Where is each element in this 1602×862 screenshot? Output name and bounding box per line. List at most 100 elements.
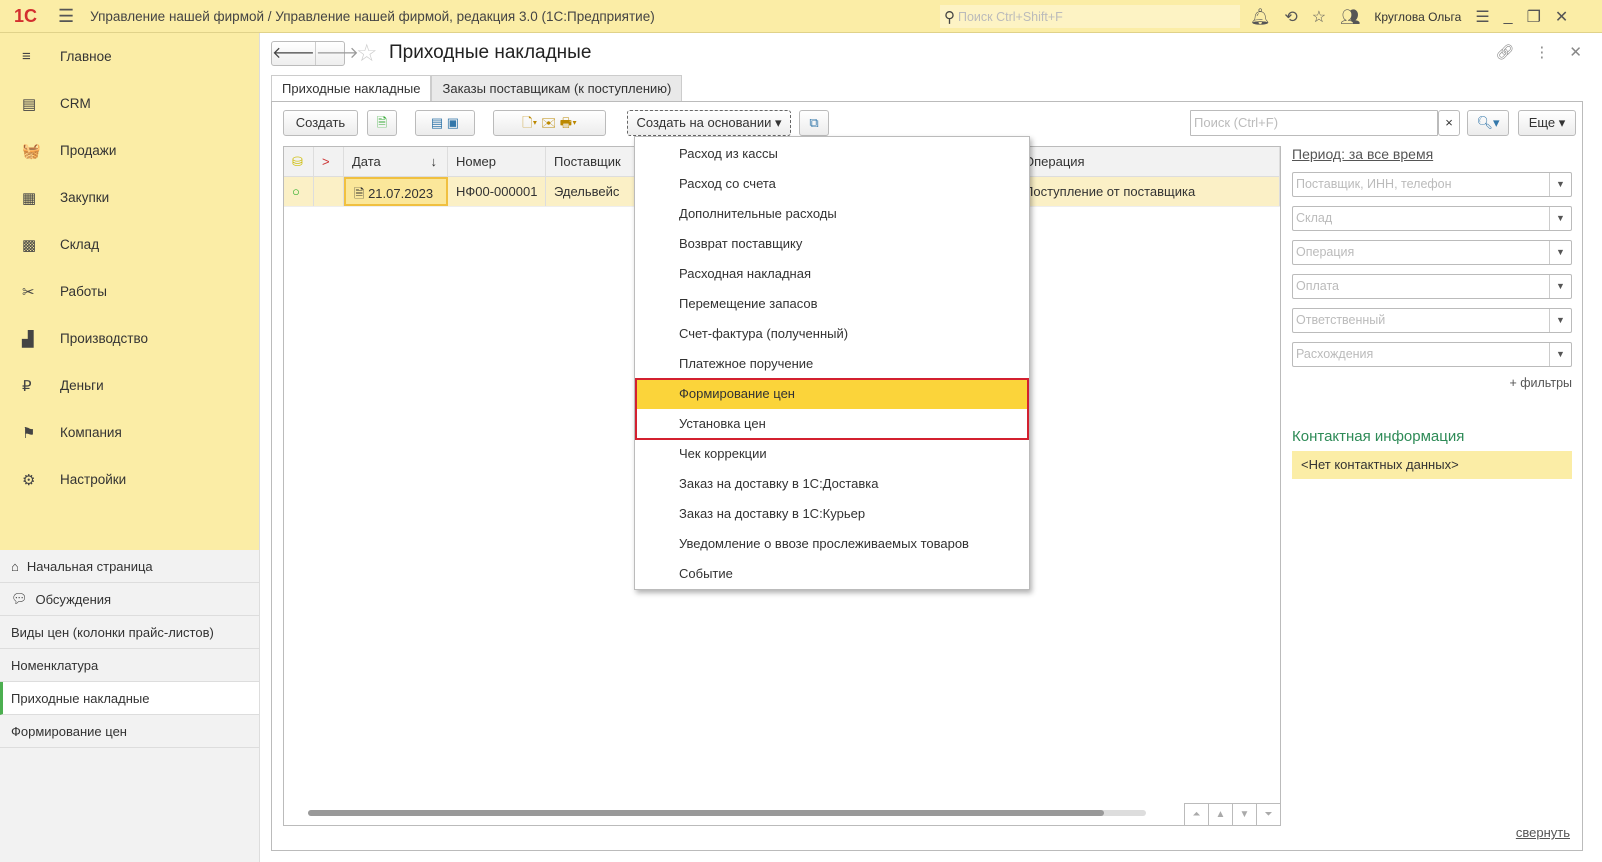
add-from-doc-button[interactable]: ▤ ▣: [415, 110, 475, 136]
menu-item[interactable]: Возврат поставщику: [635, 229, 1029, 259]
restore-icon[interactable]: ❐: [1527, 7, 1541, 27]
print-actions-group[interactable]: 🗋▾ ✉ 🖶▾: [493, 110, 606, 136]
more-filters-link[interactable]: + фильтры: [1292, 376, 1572, 390]
sidebar-item[interactable]: 🧺 Продажи: [0, 127, 259, 174]
open-window-item[interactable]: Приходные накладные: [0, 682, 259, 715]
section-icon: ⚑: [22, 424, 36, 442]
open-window-item[interactable]: Номенклатура: [0, 649, 259, 682]
menu-item[interactable]: Уведомление о ввозе прослеживаемых товар…: [635, 529, 1029, 559]
sidebar-item[interactable]: ✂ Работы: [0, 268, 259, 315]
open-window-item[interactable]: Виды цен (колонки прайс-листов): [0, 616, 259, 649]
section-icon: ▩: [22, 236, 37, 254]
filter-field[interactable]: Поставщик, ИНН, телефон ▼: [1292, 172, 1572, 197]
filter-field[interactable]: Ответственный ▼: [1292, 308, 1572, 333]
tab-receipts[interactable]: Приходные накладные: [271, 75, 432, 102]
menu-item[interactable]: Счет-фактура (полученный): [635, 319, 1029, 349]
paid-column-icon: ⛁: [284, 147, 314, 176]
history-icon[interactable]: ⟲: [1284, 7, 1297, 27]
sidebar-item[interactable]: ⚙ Настройки: [0, 456, 259, 503]
list-search-input[interactable]: Поиск (Ctrl+F): [1190, 110, 1438, 136]
col-number[interactable]: Номер: [448, 147, 546, 176]
open-window-item[interactable]: ⌂ Начальная страница: [0, 550, 259, 583]
scroll-bottom-button[interactable]: ⏷: [1256, 803, 1280, 825]
create-based-on-button[interactable]: Создать на основании ▾: [627, 110, 791, 136]
create-button[interactable]: Создать: [283, 110, 358, 136]
menu-item[interactable]: Заказ на доставку в 1С:Доставка: [635, 469, 1029, 499]
menu-item[interactable]: Дополнительные расходы: [635, 199, 1029, 229]
section-icon: 🧺: [22, 142, 41, 160]
section-icon: ▤: [22, 95, 37, 113]
create-based-on-menu: Расход из кассы Расход со счета Дополнител…: [634, 136, 1030, 590]
sidebar-item-label: CRM: [60, 96, 91, 111]
search-icon: ⚲: [944, 8, 955, 26]
sidebar-item[interactable]: ₽ Деньги: [0, 362, 259, 409]
search-options-button[interactable]: 🔍︎▾: [1467, 110, 1509, 136]
favorite-star-icon[interactable]: ☆: [356, 39, 378, 68]
filter-field[interactable]: Склад ▼: [1292, 206, 1572, 231]
dropdown-icon[interactable]: ▼: [1549, 241, 1571, 264]
close-form-icon[interactable]: ✕: [1569, 43, 1582, 61]
structure-button[interactable]: ⧉: [799, 110, 829, 136]
scroll-up-button[interactable]: ▲: [1208, 803, 1232, 825]
period-link[interactable]: Период: за все время: [1292, 146, 1572, 162]
sidebar-item-label: Главное: [60, 49, 112, 64]
filter-placeholder: Поставщик, ИНН, телефон: [1296, 177, 1452, 191]
dropdown-icon[interactable]: ▼: [1549, 173, 1571, 196]
sidebar-item[interactable]: ⚑ Компания: [0, 409, 259, 456]
collapse-link[interactable]: свернуть: [1516, 825, 1570, 840]
more-button[interactable]: Еще ▾: [1518, 110, 1576, 136]
sidebar-item-label: Закупки: [60, 190, 110, 205]
minimize-icon[interactable]: _: [1504, 8, 1513, 26]
menu-item[interactable]: Событие: [635, 559, 1029, 589]
menu-item[interactable]: Чек коррекции: [635, 439, 1029, 469]
sidebar-item[interactable]: ▩ Склад: [0, 221, 259, 268]
filter-field[interactable]: Операция ▼: [1292, 240, 1572, 265]
sidebar-item-label: Работы: [60, 284, 107, 299]
filter-field[interactable]: Расхождения ▼: [1292, 342, 1572, 367]
posted-status-icon: ○: [284, 177, 314, 206]
close-icon[interactable]: ✕: [1555, 7, 1568, 27]
forward-button[interactable]: 🡒: [314, 42, 359, 65]
menu-item[interactable]: Расход со счета: [635, 169, 1029, 199]
menu-item[interactable]: Перемещение запасов: [635, 289, 1029, 319]
scroll-top-button[interactable]: ⏶: [1184, 803, 1208, 825]
copy-button[interactable]: 🗎: [367, 110, 397, 136]
col-operation[interactable]: Операция: [1016, 147, 1280, 176]
menu-item[interactable]: Платежное поручение: [635, 349, 1029, 379]
dropdown-icon[interactable]: ▼: [1549, 207, 1571, 230]
menu-item[interactable]: Заказ на доставку в 1С:Курьер: [635, 499, 1029, 529]
sidebar-item-label: Деньги: [60, 378, 104, 393]
open-window-label: Формирование цен: [11, 723, 127, 739]
global-search[interactable]: ⚲ Поиск Ctrl+Shift+F: [940, 5, 1240, 28]
user-icon[interactable]: 👥︎: [1340, 7, 1360, 27]
col-date[interactable]: Дата ↓: [344, 147, 448, 176]
link-icon[interactable]: 🔗︎: [1495, 43, 1514, 61]
dropdown-icon[interactable]: ▼: [1549, 275, 1571, 298]
tab-supplier-orders[interactable]: Заказы поставщикам (к поступлению): [431, 75, 683, 102]
star-icon[interactable]: ☆: [1312, 7, 1326, 27]
sidebar-item[interactable]: ▦ Закупки: [0, 174, 259, 221]
sidebar-item[interactable]: ≡ Главное: [0, 33, 259, 80]
menu-item[interactable]: Расход из кассы: [635, 139, 1029, 169]
sidebar-item[interactable]: ▤ CRM: [0, 80, 259, 127]
bell-icon[interactable]: 🔔︎: [1250, 7, 1270, 27]
filter-field[interactable]: Оплата ▼: [1292, 274, 1572, 299]
scroll-down-button[interactable]: ▼: [1232, 803, 1256, 825]
clear-search-button[interactable]: ×: [1438, 110, 1460, 136]
dropdown-icon[interactable]: ▼: [1549, 343, 1571, 366]
back-button[interactable]: 🡐: [272, 42, 315, 65]
open-window-item[interactable]: Формирование цен: [0, 715, 259, 748]
sidebar-item[interactable]: ▟ Производство: [0, 315, 259, 362]
menu-icon[interactable]: ☰: [58, 6, 74, 27]
more-icon[interactable]: ⋮: [1534, 43, 1549, 61]
settings-menu-icon[interactable]: ☰: [1475, 7, 1489, 27]
dropdown-icon[interactable]: ▼: [1549, 309, 1571, 332]
cell-operation[interactable]: Поступление от поставщика: [1016, 177, 1280, 206]
cell-date[interactable]: 🗎 21.07.2023: [344, 177, 448, 206]
cell-number[interactable]: НФ00-000001: [448, 177, 546, 206]
sidebar-item-label: Настройки: [60, 472, 127, 487]
horizontal-scrollbar[interactable]: [308, 810, 1146, 816]
user-name[interactable]: Круглова Ольга: [1374, 10, 1461, 24]
open-window-item[interactable]: 💬︎ Обсуждения: [0, 583, 259, 616]
menu-item[interactable]: Расходная накладная: [635, 259, 1029, 289]
